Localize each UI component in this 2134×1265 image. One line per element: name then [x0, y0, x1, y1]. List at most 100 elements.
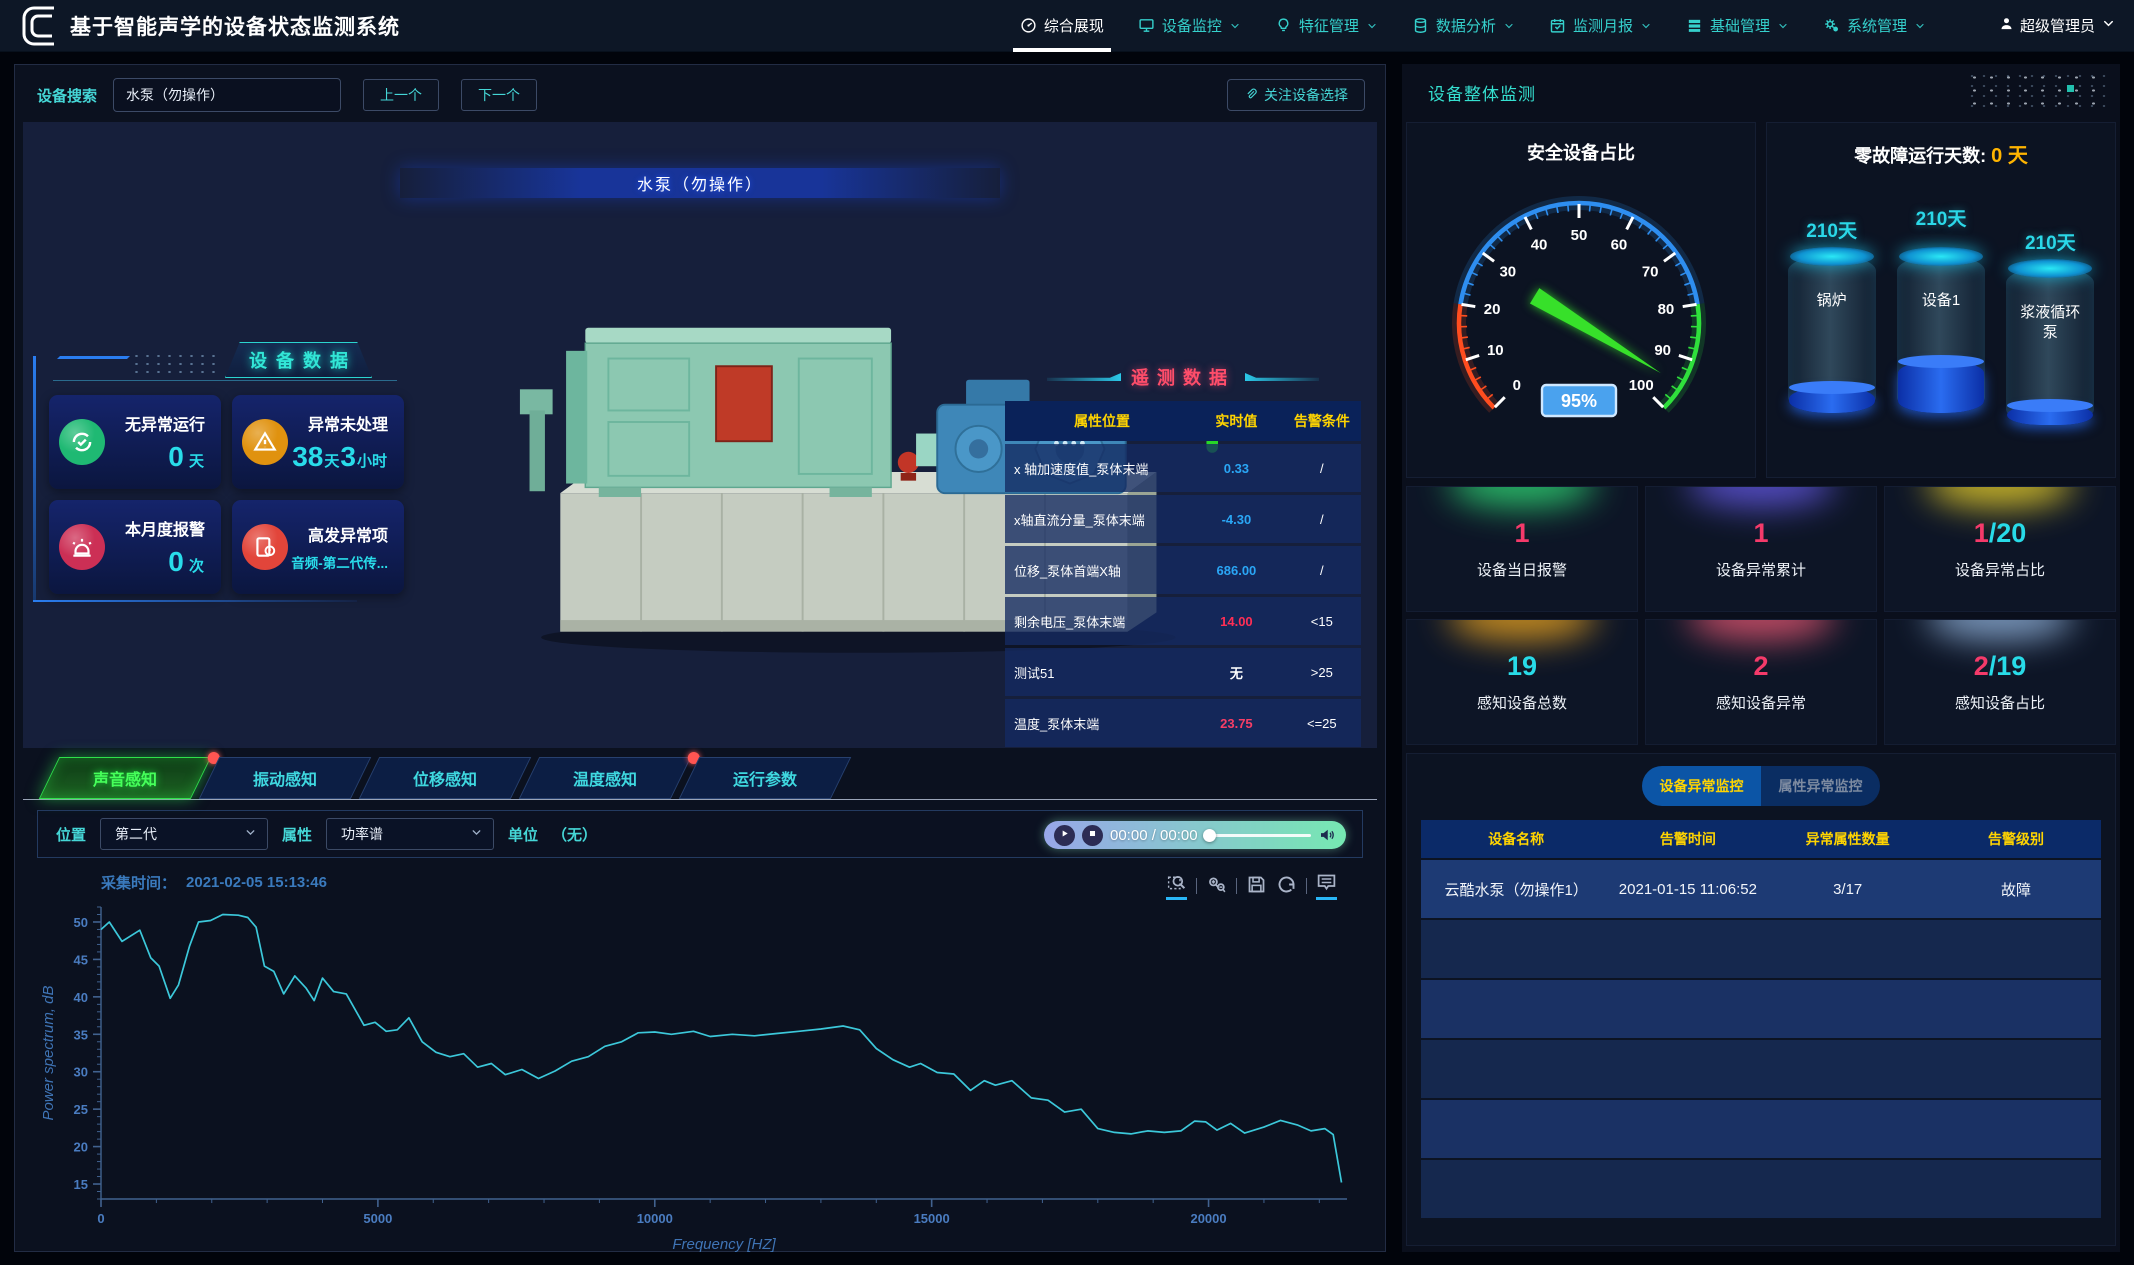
- sensor-tab-4[interactable]: 温度感知: [519, 757, 691, 799]
- svg-text:30: 30: [1499, 263, 1516, 280]
- volume-button[interactable]: [1318, 826, 1336, 844]
- device-search-input[interactable]: [113, 78, 341, 112]
- device-title-banner: 水泵（勿操作）: [400, 168, 1000, 198]
- nav-item-label: 设备监控: [1162, 15, 1222, 36]
- nav-item-4[interactable]: 数据分析: [1395, 0, 1532, 52]
- device-search-label: 设备搜索: [37, 85, 97, 106]
- play-button[interactable]: [1054, 825, 1075, 846]
- sensor-tab-1[interactable]: 声音感知: [39, 757, 211, 799]
- svg-text:50: 50: [74, 915, 88, 930]
- nav-item-label: 系统管理: [1847, 15, 1907, 36]
- paperclip-icon: [1244, 87, 1258, 104]
- cylinder-device-name: 设备1: [1897, 291, 1985, 311]
- nav-item-3[interactable]: 特征管理: [1258, 0, 1395, 52]
- zoom-reset-icon[interactable]: [1206, 874, 1227, 899]
- sensor-tab-3[interactable]: 位移感知: [359, 757, 531, 799]
- sensor-tab-label: 声音感知: [93, 766, 157, 790]
- alarm-table-empty-row: [1421, 1100, 2101, 1158]
- overall-stat-cards: 1设备当日报警1设备异常累计1/20设备异常占比19感知设备总数2感知设备异常2…: [1406, 486, 2116, 745]
- previous-device-button[interactable]: 上一个: [363, 79, 439, 111]
- alarm-table-empty-row: [1421, 980, 2101, 1038]
- spectrum-chart[interactable]: 152025303540455005000100001500020000Powe…: [37, 893, 1363, 1260]
- calendar-icon: [1549, 17, 1566, 34]
- svg-text:45: 45: [74, 952, 88, 967]
- stat-label: 感知设备异常: [1716, 692, 1806, 713]
- unit-label: 单位: [508, 824, 538, 845]
- zero-fault-label: 零故障运行天数:: [1854, 146, 1986, 166]
- restore-icon[interactable]: [1276, 874, 1297, 899]
- telemetry-row: 位移_泵体首端X轴686.00/: [1005, 546, 1361, 594]
- overall-stat-card-2: 1设备异常累计: [1645, 486, 1877, 612]
- cylinder-top-glow: [1790, 247, 1874, 266]
- svg-text:60: 60: [1611, 237, 1628, 254]
- device-stat-body: 无异常运行0 天: [105, 411, 209, 473]
- alarm-table-row[interactable]: 云酷水泵（勿操作1）2021-01-15 11:06:523/17故障: [1421, 860, 2101, 918]
- capture-time-value: 2021-02-05 15:13:46: [186, 874, 327, 891]
- stat-value-part: /20: [1989, 518, 2027, 548]
- sensor-tab-5[interactable]: 运行参数: [679, 757, 851, 799]
- player-seekbar[interactable]: [1205, 834, 1311, 837]
- position-select[interactable]: 第二代: [100, 818, 268, 850]
- alarm-monitor-tab-2[interactable]: 属性异常监控: [1761, 766, 1880, 806]
- stat-glow-decoration: [1926, 486, 2073, 507]
- cylinder-top-glow: [2008, 259, 2092, 278]
- unit-value: （无）: [552, 824, 597, 845]
- save-image-icon[interactable]: [1246, 874, 1267, 899]
- attribute-select[interactable]: 功率谱: [326, 818, 494, 850]
- nav-item-6[interactable]: 基础管理: [1669, 0, 1806, 52]
- device-stat-value-part: 次: [185, 558, 204, 575]
- toolbox-separator: [1236, 878, 1237, 894]
- telemetry-value: -4.30: [1190, 495, 1283, 543]
- user-menu[interactable]: 超级管理员: [1999, 15, 2116, 36]
- device-title: 水泵（勿操作）: [637, 171, 763, 195]
- device-cylinder-3: 210天浆液循环泵: [1998, 182, 2102, 425]
- sensor-tab-2[interactable]: 振动感知: [199, 757, 371, 799]
- stat-label: 感知设备总数: [1477, 692, 1567, 713]
- nav-item-1[interactable]: 综合展现: [1003, 0, 1121, 52]
- next-device-button[interactable]: 下一个: [461, 79, 537, 111]
- gauge-title: 安全设备占比: [1407, 123, 1755, 165]
- stat-value-part: 1: [1514, 518, 1529, 548]
- nav-item-2[interactable]: 设备监控: [1121, 0, 1258, 52]
- chevron-down-icon: [1366, 20, 1378, 32]
- player-seek-thumb[interactable]: [1203, 829, 1216, 842]
- doc-alert-icon: [242, 524, 288, 570]
- telemetry-value: 14.00: [1190, 597, 1283, 645]
- sensor-section: 声音感知 振动感知 位移感知 温度感知 运行参数 位置 第二代 属性 功率谱 单位 （无…: [23, 756, 1377, 1260]
- attribute-label: 属性: [282, 824, 312, 845]
- alarm-table-empty-row: [1421, 1040, 2101, 1098]
- nav-item-7[interactable]: 系统管理: [1806, 0, 1943, 52]
- alarm-cell: 云酷水泵（勿操作1）: [1421, 879, 1611, 900]
- device-panel: 设备搜索 上一个 下一个 关注设备选择 水泵（勿操作）: [14, 64, 1386, 1252]
- telemetry-property-name: x 轴加速度值_泵体末端: [1005, 444, 1190, 492]
- position-value: 第二代: [115, 824, 157, 844]
- sensor-controls: 位置 第二代 属性 功率谱 单位 （无） 00:00: [37, 810, 1363, 858]
- device-data-panel: 设备数据 无异常运行0 天异常未处理38天3小时本月度报警0 次高发异常项音频-…: [35, 342, 397, 594]
- sensor-tab-label: 温度感知: [573, 766, 637, 790]
- stat-value-part: 2: [1753, 651, 1768, 681]
- user-name: 超级管理员: [2020, 15, 2095, 36]
- alarm-table: 设备名称告警时间异常属性数量告警级别云酷水泵（勿操作1）2021-01-15 1…: [1421, 820, 2101, 1218]
- telemetry-header-cell: 告警条件: [1283, 401, 1361, 441]
- data-view-icon[interactable]: [1316, 872, 1337, 900]
- stat-label: 设备当日报警: [1477, 559, 1567, 580]
- device-stat-value-part: 0: [168, 546, 184, 577]
- svg-text:40: 40: [1531, 237, 1548, 254]
- stat-value: 2/19: [1974, 651, 2027, 682]
- focus-device-select-button[interactable]: 关注设备选择: [1227, 79, 1365, 111]
- stop-button[interactable]: [1082, 825, 1103, 846]
- nav-item-5[interactable]: 监测月报: [1532, 0, 1669, 52]
- alarm-table-empty-row: [1421, 1160, 2101, 1218]
- zoom-select-icon[interactable]: [1166, 872, 1187, 900]
- telemetry-property-name: 温度_泵体末端: [1005, 699, 1190, 747]
- device-3d-viewer[interactable]: 水泵（勿操作）: [23, 122, 1377, 748]
- svg-text:20: 20: [74, 1140, 88, 1155]
- server-icon: [1686, 17, 1703, 34]
- zero-fault-value: 0 天: [1991, 145, 2028, 167]
- wing-decoration-left: [1047, 373, 1121, 381]
- sensor-tab-label: 振动感知: [253, 766, 317, 790]
- alarm-monitor-tab-1[interactable]: 设备异常监控: [1642, 766, 1761, 806]
- cylinder-liquid: [1898, 361, 1984, 413]
- device-stat-label: 本月度报警: [105, 516, 205, 540]
- toolbox-separator: [1196, 878, 1197, 894]
